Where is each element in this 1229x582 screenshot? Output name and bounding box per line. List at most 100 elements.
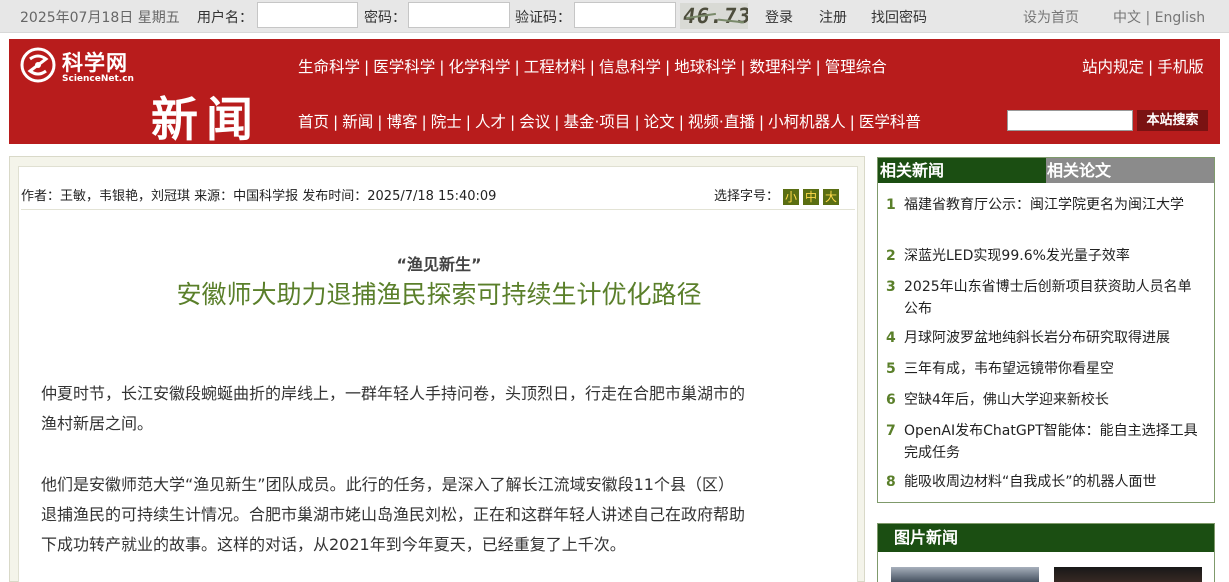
article-paragraph: 他们是安徽师范大学“渔见新生”团队成员。此行的任务，是深入了解长江流域安徽段11… xyxy=(41,470,851,560)
related-news-item[interactable]: 4 月球阿波罗盆地纯斜长岩分布研究取得进展 xyxy=(886,327,1204,349)
article-subtitle: “渔见新生” xyxy=(396,255,482,274)
logo-text-cn[interactable]: 科学网 xyxy=(62,47,128,77)
nav-separator: | xyxy=(758,113,765,131)
related-news-item[interactable]: 8 能吸收周边材料“自我成长”的机器人面世 xyxy=(886,471,1204,493)
nav-funding[interactable]: 基金·项目 xyxy=(564,113,631,131)
sciencenet-logo-icon[interactable] xyxy=(20,47,56,83)
related-item-link[interactable]: OpenAI发布ChatGPT智能体：能自主选择工具完成任务 xyxy=(886,420,1204,464)
nav-separator: | xyxy=(665,58,671,76)
related-item-link[interactable]: 2025年山东省博士后创新项目获资助人员名单公布 xyxy=(886,276,1204,320)
related-item-link[interactable]: 福建省教育厅公示：闽江学院更名为闽江大学 xyxy=(886,194,1204,216)
nav-xiaoke-robot[interactable]: 小柯机器人 xyxy=(768,113,846,131)
related-item-number: 7 xyxy=(886,423,896,439)
nav-home[interactable]: 首页 xyxy=(298,113,329,131)
utility-nav: 站内规定 | 手机版 xyxy=(1082,55,1204,77)
related-item-number: 5 xyxy=(886,361,896,377)
register-link[interactable]: 注册 xyxy=(819,7,847,27)
nav-life-science[interactable]: 生命科学 xyxy=(298,58,360,76)
nav-papers[interactable]: 论文 xyxy=(644,113,675,131)
related-item-number: 8 xyxy=(886,474,896,490)
related-news-item[interactable]: 3 2025年山东省博士后创新项目获资助人员名单公布 xyxy=(886,276,1204,320)
related-news-item[interactable]: 2 深蓝光LED实现99.6%发光量子效率 xyxy=(886,245,1204,267)
nav-meetings[interactable]: 会议 xyxy=(519,113,550,131)
paragraph-line: 渔村新居之间。 xyxy=(41,414,154,433)
photo-news-thumbnail[interactable] xyxy=(1054,567,1202,582)
article-body: 作者：王敏，韦银艳，刘冠琪 来源：中国科学报 发布时间：2025/7/18 15… xyxy=(18,166,858,582)
related-item-link[interactable]: 能吸收周边材料“自我成长”的机器人面世 xyxy=(886,471,1204,493)
paragraph-line: 下成功转产就业的故事。这样的对话，从2021年到今年夏天，已经重复了上千次。 xyxy=(41,535,626,554)
language-switch[interactable]: 中文 | English xyxy=(1113,7,1205,27)
related-item-number: 1 xyxy=(886,197,896,213)
related-item-link[interactable]: 三年有成，韦布望远镜带你看星空 xyxy=(886,358,1204,380)
photo-news-title: 图片新闻 xyxy=(878,524,1214,552)
nav-mobile[interactable]: 手机版 xyxy=(1157,58,1204,76)
captcha-label: 验证码： xyxy=(515,10,571,26)
site-search-button[interactable]: 本站搜索 xyxy=(1137,110,1208,131)
related-item-number: 2 xyxy=(886,248,896,264)
nav-chemical-science[interactable]: 化学科学 xyxy=(449,58,511,76)
logo-text-en[interactable]: ScienceNet.cn xyxy=(62,74,134,84)
nav-medical-science[interactable]: 医学科学 xyxy=(373,58,435,76)
nav-separator: | xyxy=(554,113,560,131)
nav-separator: | xyxy=(439,58,445,76)
nav-separator: | xyxy=(465,113,471,131)
forgot-password-link[interactable]: 找回密码 xyxy=(871,7,927,27)
tab-related-papers[interactable]: 相关论文 xyxy=(1046,158,1214,183)
login-link[interactable]: 登录 xyxy=(765,7,793,27)
nav-separator: | xyxy=(1148,58,1154,76)
related-item-link[interactable]: 深蓝光LED实现99.6%发光量子效率 xyxy=(886,245,1204,267)
site-search-input[interactable] xyxy=(1007,110,1133,131)
related-news-item[interactable]: 7 OpenAI发布ChatGPT智能体：能自主选择工具完成任务 xyxy=(886,420,1204,464)
paragraph-line: 他们是安徽师范大学“渔见新生”团队成员。此行的任务，是深入了解长江流域安徽段11… xyxy=(41,475,734,494)
current-date: 2025年07月18日 星期五 xyxy=(20,10,180,26)
username-input[interactable] xyxy=(257,2,358,28)
nav-medical-popular[interactable]: 医学科普 xyxy=(859,113,921,131)
section-title: 新闻 xyxy=(151,93,261,148)
related-item-number: 4 xyxy=(886,330,896,346)
nav-separator: | xyxy=(589,58,595,76)
captcha-image[interactable]: 46.73 xyxy=(680,3,748,29)
nav-academicians[interactable]: 院士 xyxy=(431,113,462,131)
nav-separator: | xyxy=(510,113,516,131)
set-homepage-link[interactable]: 设为首页 xyxy=(1023,7,1079,27)
font-size-small-button[interactable]: 小 xyxy=(783,188,799,205)
related-news-item[interactable]: 6 空缺4年后，佛山大学迎来新校长 xyxy=(886,389,1204,411)
photo-news-panel: 图片新闻 xyxy=(877,523,1215,582)
nav-news[interactable]: 新闻 xyxy=(342,113,373,131)
nav-blog[interactable]: 博客 xyxy=(387,113,418,131)
font-size-label: 选择字号： xyxy=(713,189,779,204)
site-header: 科学网 ScienceNet.cn 新闻 生命科学 | 医学科学 | 化学科学 | 工程材料… xyxy=(9,39,1220,148)
related-item-number: 3 xyxy=(886,279,896,295)
nav-separator: | xyxy=(740,58,746,76)
nav-separator: | xyxy=(634,113,640,131)
article-panel: 作者：王敏，韦银艳，刘冠琪 来源：中国科学报 发布时间：2025/7/18 15… xyxy=(9,156,865,582)
top-login-bar: 2025年07月18日 星期五 用户名： 密码： 验证码： 46.73 登录 注… xyxy=(0,0,1229,33)
related-item-number: 6 xyxy=(886,392,896,408)
article-paragraph: 仲夏时节，长江安徽段蜿蜒曲折的岸线上，一群年轻人手持问卷，头顶烈日，行走在合肥市… xyxy=(41,379,851,439)
article-title: 安徽师大助力退捕渔民探索可持续生计优化路径 xyxy=(176,280,702,309)
related-item-link[interactable]: 月球阿波罗盆地纯斜长岩分布研究取得进展 xyxy=(886,327,1204,349)
photo-news-thumbnail[interactable] xyxy=(891,567,1039,582)
nav-separator: | xyxy=(514,58,520,76)
paragraph-line: 退捕渔民的可持续生计情况。合肥市巢湖市姥山岛渔民刘松，正在和这群年轻人讲述自己在… xyxy=(41,505,746,524)
nav-earth-science[interactable]: 地球科学 xyxy=(674,58,736,76)
nav-talent[interactable]: 人才 xyxy=(475,113,506,131)
password-input[interactable] xyxy=(408,2,510,28)
nav-separator: | xyxy=(364,58,370,76)
captcha-input[interactable] xyxy=(574,2,676,28)
nav-separator: | xyxy=(421,113,427,131)
nav-video-live[interactable]: 视频·直播 xyxy=(688,113,755,131)
article-meta: 作者：王敏，韦银艳，刘冠琪 来源：中国科学报 发布时间：2025/7/18 15… xyxy=(21,189,497,204)
nav-math-physics[interactable]: 数理科学 xyxy=(750,58,812,76)
tab-related-news[interactable]: 相关新闻 xyxy=(878,158,1046,183)
related-tabs: 相关新闻 相关论文 xyxy=(878,158,1214,183)
related-item-link[interactable]: 空缺4年后，佛山大学迎来新校长 xyxy=(886,389,1204,411)
related-news-item[interactable]: 5 三年有成，韦布望远镜带你看星空 xyxy=(886,358,1204,380)
font-size-large-button[interactable]: 大 xyxy=(823,188,839,205)
nav-information-science[interactable]: 信息科学 xyxy=(599,58,661,76)
nav-site-rules[interactable]: 站内规定 xyxy=(1082,58,1144,76)
font-size-medium-button[interactable]: 中 xyxy=(803,188,819,205)
nav-engineering-materials[interactable]: 工程材料 xyxy=(524,58,586,76)
related-news-item[interactable]: 1 福建省教育厅公示：闽江学院更名为闽江大学 xyxy=(886,194,1204,216)
nav-management[interactable]: 管理综合 xyxy=(825,58,887,76)
